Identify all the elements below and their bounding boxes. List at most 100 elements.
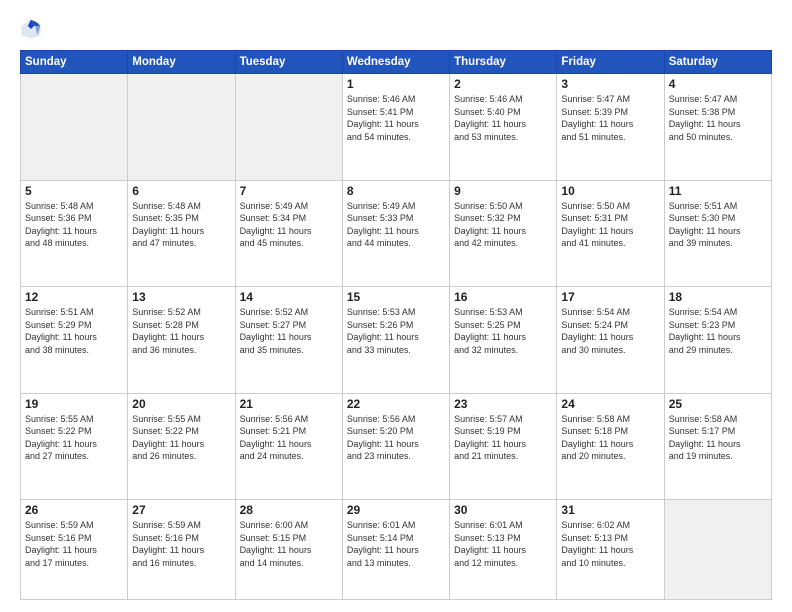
day-number: 8 bbox=[347, 184, 445, 198]
weekday-header-monday: Monday bbox=[128, 51, 235, 74]
day-info: Sunrise: 5:59 AM Sunset: 5:16 PM Dayligh… bbox=[25, 519, 123, 569]
calendar-cell bbox=[664, 500, 771, 600]
day-info: Sunrise: 5:59 AM Sunset: 5:16 PM Dayligh… bbox=[132, 519, 230, 569]
weekday-header-tuesday: Tuesday bbox=[235, 51, 342, 74]
day-number: 28 bbox=[240, 503, 338, 517]
logo-icon bbox=[20, 18, 42, 40]
weekday-header-saturday: Saturday bbox=[664, 51, 771, 74]
day-info: Sunrise: 5:46 AM Sunset: 5:41 PM Dayligh… bbox=[347, 93, 445, 143]
calendar-week-4: 19 Sunrise: 5:55 AM Sunset: 5:22 PM Dayli… bbox=[21, 393, 772, 500]
calendar-cell: 10 Sunrise: 5:50 AM Sunset: 5:31 PM Dayli… bbox=[557, 180, 664, 287]
day-info: Sunrise: 5:49 AM Sunset: 5:33 PM Dayligh… bbox=[347, 200, 445, 250]
day-number: 15 bbox=[347, 290, 445, 304]
day-number: 1 bbox=[347, 77, 445, 91]
calendar-cell: 30 Sunrise: 6:01 AM Sunset: 5:13 PM Dayli… bbox=[450, 500, 557, 600]
day-info: Sunrise: 5:54 AM Sunset: 5:24 PM Dayligh… bbox=[561, 306, 659, 356]
day-number: 9 bbox=[454, 184, 552, 198]
calendar-cell: 29 Sunrise: 6:01 AM Sunset: 5:14 PM Dayli… bbox=[342, 500, 449, 600]
calendar-cell: 5Sunrise: 5:48 AM Sunset: 5:36 PM Daylig… bbox=[21, 180, 128, 287]
calendar-cell: 18 Sunrise: 5:54 AM Sunset: 5:23 PM Dayli… bbox=[664, 287, 771, 394]
day-number: 30 bbox=[454, 503, 552, 517]
day-info: Sunrise: 5:53 AM Sunset: 5:26 PM Dayligh… bbox=[347, 306, 445, 356]
day-number: 12 bbox=[25, 290, 123, 304]
day-info: Sunrise: 5:56 AM Sunset: 5:21 PM Dayligh… bbox=[240, 413, 338, 463]
calendar-week-1: 1 Sunrise: 5:46 AM Sunset: 5:41 PM Daylig… bbox=[21, 74, 772, 181]
calendar-cell: 1 Sunrise: 5:46 AM Sunset: 5:41 PM Daylig… bbox=[342, 74, 449, 181]
calendar-cell: 23Sunrise: 5:57 AM Sunset: 5:19 PM Dayli… bbox=[450, 393, 557, 500]
day-number: 7 bbox=[240, 184, 338, 198]
calendar-cell: 4Sunrise: 5:47 AM Sunset: 5:38 PM Daylig… bbox=[664, 74, 771, 181]
calendar-cell: 24 Sunrise: 5:58 AM Sunset: 5:18 PM Dayli… bbox=[557, 393, 664, 500]
day-info: Sunrise: 5:48 AM Sunset: 5:36 PM Dayligh… bbox=[25, 200, 123, 250]
day-info: Sunrise: 6:00 AM Sunset: 5:15 PM Dayligh… bbox=[240, 519, 338, 569]
day-info: Sunrise: 5:52 AM Sunset: 5:27 PM Dayligh… bbox=[240, 306, 338, 356]
calendar-cell: 3 Sunrise: 5:47 AM Sunset: 5:39 PM Daylig… bbox=[557, 74, 664, 181]
calendar-cell bbox=[235, 74, 342, 181]
day-number: 24 bbox=[561, 397, 659, 411]
calendar-cell: 17 Sunrise: 5:54 AM Sunset: 5:24 PM Dayli… bbox=[557, 287, 664, 394]
day-info: Sunrise: 6:01 AM Sunset: 5:14 PM Dayligh… bbox=[347, 519, 445, 569]
day-number: 17 bbox=[561, 290, 659, 304]
weekday-header-sunday: Sunday bbox=[21, 51, 128, 74]
day-number: 27 bbox=[132, 503, 230, 517]
page: SundayMondayTuesdayWednesdayThursdayFrid… bbox=[0, 0, 792, 612]
day-info: Sunrise: 5:46 AM Sunset: 5:40 PM Dayligh… bbox=[454, 93, 552, 143]
day-info: Sunrise: 5:52 AM Sunset: 5:28 PM Dayligh… bbox=[132, 306, 230, 356]
day-number: 19 bbox=[25, 397, 123, 411]
day-number: 10 bbox=[561, 184, 659, 198]
day-number: 6 bbox=[132, 184, 230, 198]
day-info: Sunrise: 5:48 AM Sunset: 5:35 PM Dayligh… bbox=[132, 200, 230, 250]
day-info: Sunrise: 5:55 AM Sunset: 5:22 PM Dayligh… bbox=[25, 413, 123, 463]
day-info: Sunrise: 5:47 AM Sunset: 5:39 PM Dayligh… bbox=[561, 93, 659, 143]
calendar-cell: 6 Sunrise: 5:48 AM Sunset: 5:35 PM Daylig… bbox=[128, 180, 235, 287]
day-number: 26 bbox=[25, 503, 123, 517]
calendar-cell: 16 Sunrise: 5:53 AM Sunset: 5:25 PM Dayli… bbox=[450, 287, 557, 394]
day-number: 3 bbox=[561, 77, 659, 91]
calendar-cell: 26 Sunrise: 5:59 AM Sunset: 5:16 PM Dayli… bbox=[21, 500, 128, 600]
calendar-cell: 31Sunrise: 6:02 AM Sunset: 5:13 PM Dayli… bbox=[557, 500, 664, 600]
header bbox=[20, 18, 772, 40]
calendar-cell: 12 Sunrise: 5:51 AM Sunset: 5:29 PM Dayli… bbox=[21, 287, 128, 394]
calendar-cell: 13Sunrise: 5:52 AM Sunset: 5:28 PM Dayli… bbox=[128, 287, 235, 394]
calendar-cell: 8 Sunrise: 5:49 AM Sunset: 5:33 PM Daylig… bbox=[342, 180, 449, 287]
day-info: Sunrise: 5:58 AM Sunset: 5:17 PM Dayligh… bbox=[669, 413, 767, 463]
calendar-cell: 14 Sunrise: 5:52 AM Sunset: 5:27 PM Dayli… bbox=[235, 287, 342, 394]
weekday-header-row: SundayMondayTuesdayWednesdayThursdayFrid… bbox=[21, 51, 772, 74]
day-number: 25 bbox=[669, 397, 767, 411]
day-info: Sunrise: 5:55 AM Sunset: 5:22 PM Dayligh… bbox=[132, 413, 230, 463]
calendar-cell: 22Sunrise: 5:56 AM Sunset: 5:20 PM Dayli… bbox=[342, 393, 449, 500]
day-info: Sunrise: 5:50 AM Sunset: 5:31 PM Dayligh… bbox=[561, 200, 659, 250]
day-info: Sunrise: 5:57 AM Sunset: 5:19 PM Dayligh… bbox=[454, 413, 552, 463]
day-number: 18 bbox=[669, 290, 767, 304]
day-info: Sunrise: 5:47 AM Sunset: 5:38 PM Dayligh… bbox=[669, 93, 767, 143]
day-info: Sunrise: 5:49 AM Sunset: 5:34 PM Dayligh… bbox=[240, 200, 338, 250]
day-number: 21 bbox=[240, 397, 338, 411]
weekday-header-friday: Friday bbox=[557, 51, 664, 74]
day-number: 20 bbox=[132, 397, 230, 411]
day-info: Sunrise: 6:01 AM Sunset: 5:13 PM Dayligh… bbox=[454, 519, 552, 569]
day-number: 31 bbox=[561, 503, 659, 517]
day-info: Sunrise: 5:56 AM Sunset: 5:20 PM Dayligh… bbox=[347, 413, 445, 463]
calendar-cell: 11Sunrise: 5:51 AM Sunset: 5:30 PM Dayli… bbox=[664, 180, 771, 287]
day-number: 29 bbox=[347, 503, 445, 517]
day-info: Sunrise: 5:53 AM Sunset: 5:25 PM Dayligh… bbox=[454, 306, 552, 356]
calendar-week-3: 12 Sunrise: 5:51 AM Sunset: 5:29 PM Dayli… bbox=[21, 287, 772, 394]
calendar-week-2: 5Sunrise: 5:48 AM Sunset: 5:36 PM Daylig… bbox=[21, 180, 772, 287]
calendar-table: SundayMondayTuesdayWednesdayThursdayFrid… bbox=[20, 50, 772, 600]
day-number: 11 bbox=[669, 184, 767, 198]
day-number: 14 bbox=[240, 290, 338, 304]
calendar-cell: 2 Sunrise: 5:46 AM Sunset: 5:40 PM Daylig… bbox=[450, 74, 557, 181]
calendar-cell: 27 Sunrise: 5:59 AM Sunset: 5:16 PM Dayli… bbox=[128, 500, 235, 600]
calendar-cell: 21 Sunrise: 5:56 AM Sunset: 5:21 PM Dayli… bbox=[235, 393, 342, 500]
calendar-cell bbox=[128, 74, 235, 181]
day-number: 16 bbox=[454, 290, 552, 304]
day-info: Sunrise: 5:54 AM Sunset: 5:23 PM Dayligh… bbox=[669, 306, 767, 356]
calendar-cell: 19 Sunrise: 5:55 AM Sunset: 5:22 PM Dayli… bbox=[21, 393, 128, 500]
day-number: 2 bbox=[454, 77, 552, 91]
calendar-cell: 9 Sunrise: 5:50 AM Sunset: 5:32 PM Daylig… bbox=[450, 180, 557, 287]
day-info: Sunrise: 5:50 AM Sunset: 5:32 PM Dayligh… bbox=[454, 200, 552, 250]
day-info: Sunrise: 5:51 AM Sunset: 5:29 PM Dayligh… bbox=[25, 306, 123, 356]
calendar-cell: 20 Sunrise: 5:55 AM Sunset: 5:22 PM Dayli… bbox=[128, 393, 235, 500]
weekday-header-wednesday: Wednesday bbox=[342, 51, 449, 74]
day-info: Sunrise: 5:58 AM Sunset: 5:18 PM Dayligh… bbox=[561, 413, 659, 463]
